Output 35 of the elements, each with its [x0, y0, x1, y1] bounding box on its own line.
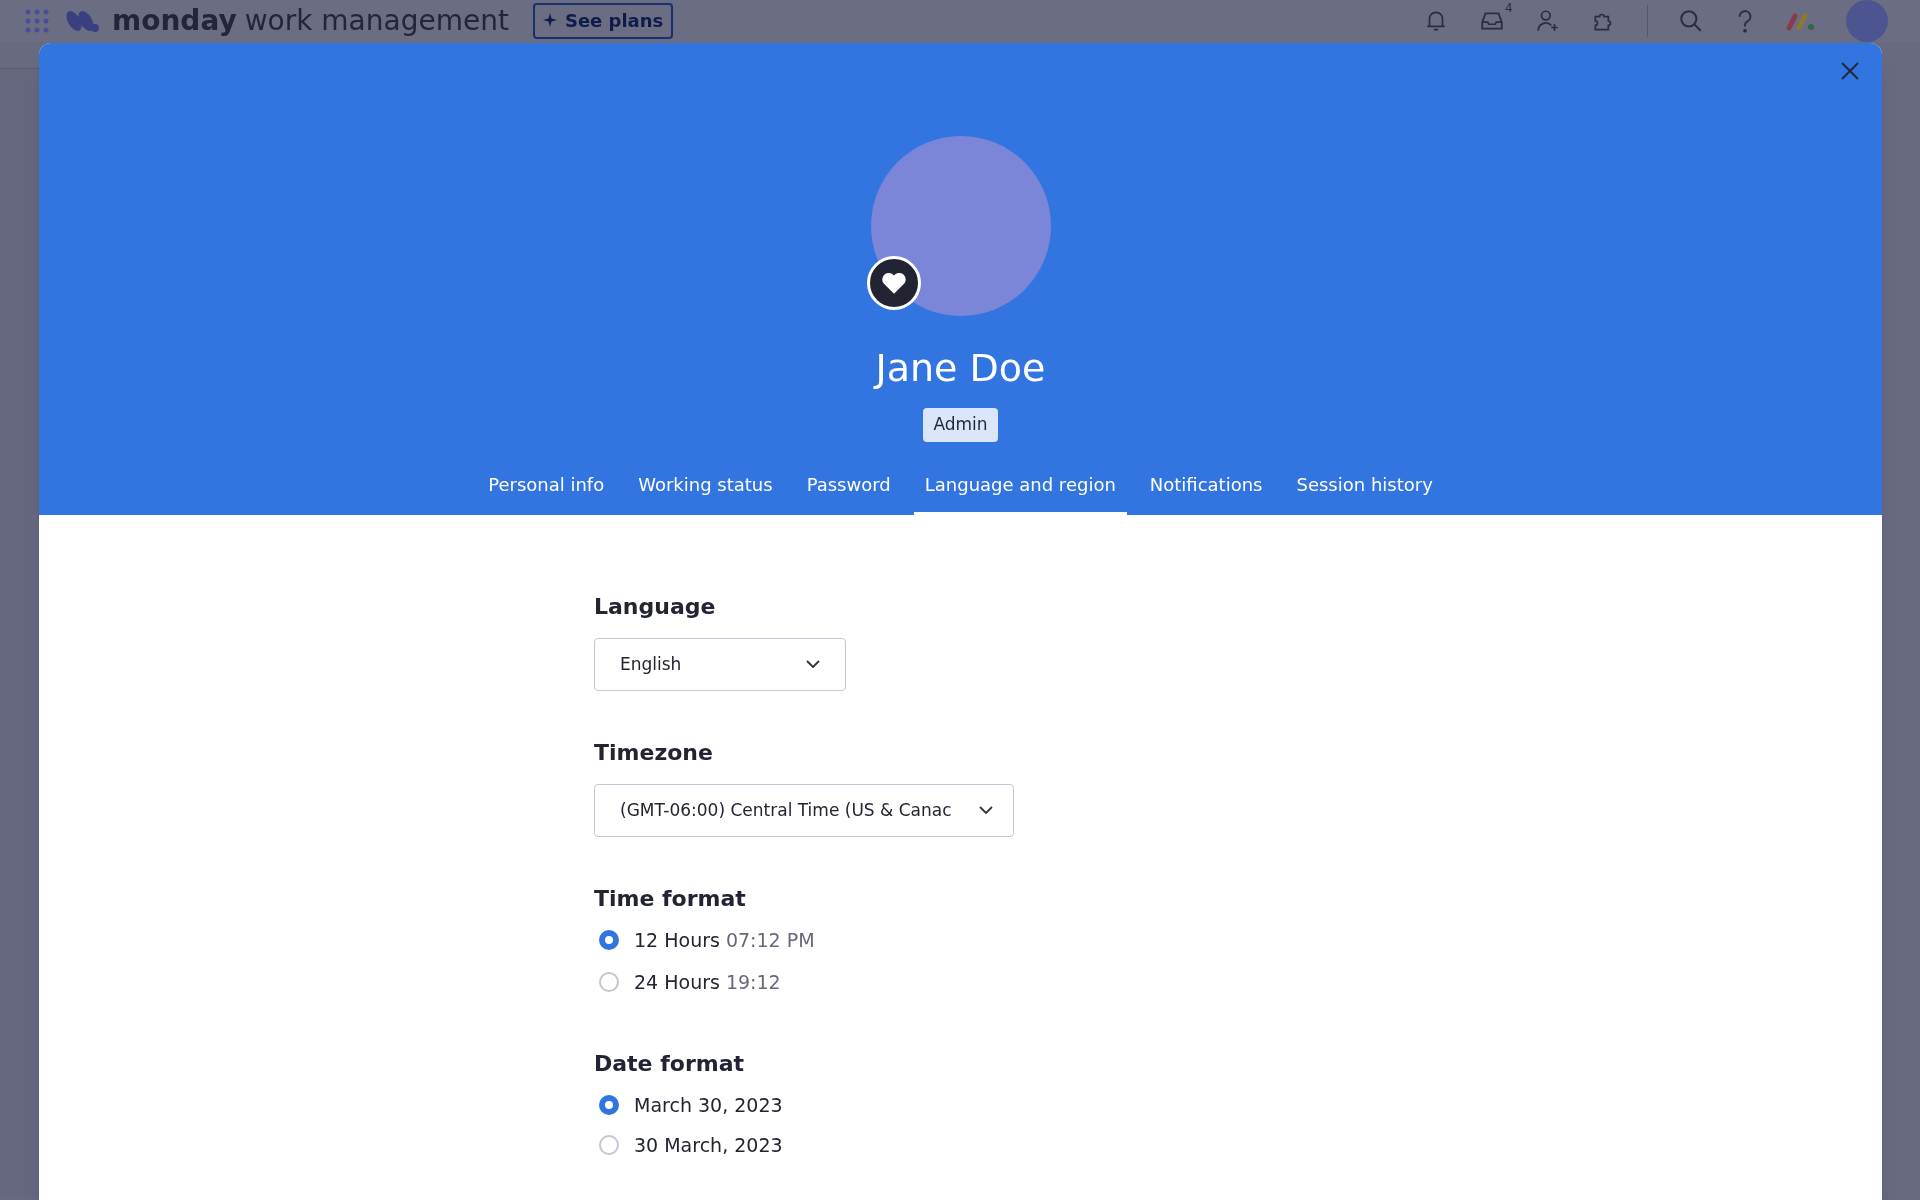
heart-badge[interactable] [866, 256, 921, 310]
profile-tab[interactable]: Working status [627, 469, 784, 515]
logo-icon [66, 8, 100, 34]
radio-option[interactable]: 30 March, 2023 [594, 1130, 783, 1160]
apps-logo-icon[interactable] [1786, 11, 1816, 31]
profile-tab[interactable]: Session history [1285, 469, 1444, 515]
product-name: work management [244, 3, 509, 39]
section-heading: Date format [594, 1050, 746, 1078]
brand-name: monday [112, 3, 237, 39]
app-grid-icon[interactable] [24, 8, 50, 34]
profile-tab[interactable]: Password [795, 469, 902, 515]
language-dropdown[interactable]: English [594, 638, 846, 691]
section-heading: Time format [594, 885, 747, 913]
profile-tab[interactable]: Personal info [477, 469, 616, 515]
heart-icon [880, 271, 907, 295]
timezone-dropdown[interactable]: (GMT-06:00) Central Time (US & Canac [594, 784, 1014, 837]
radio-button[interactable] [599, 972, 619, 992]
inbox-count: 4 [1505, 2, 1513, 14]
profile-tab[interactable]: Language and region [913, 469, 1127, 515]
role-tag: Admin [923, 408, 998, 442]
radio-button[interactable] [599, 930, 619, 950]
chevron-down-icon [806, 660, 820, 669]
radio-option[interactable]: 24 Hours 19:12 [594, 967, 781, 997]
see-plans-button[interactable]: See plans [532, 3, 674, 39]
user-name: Jane Doe [875, 349, 1046, 387]
radio-button[interactable] [599, 1095, 619, 1115]
section-heading: Timezone [594, 739, 714, 767]
section-heading: Language [594, 593, 717, 621]
radio-option[interactable]: 12 Hours 07:12 PM [594, 925, 815, 955]
search-icon[interactable] [1678, 8, 1704, 34]
radio-button[interactable] [599, 1135, 619, 1155]
chevron-down-icon [979, 806, 993, 815]
invite-user-icon[interactable] [1535, 8, 1561, 34]
profile-tab[interactable]: Notifications [1138, 469, 1274, 515]
radio-option[interactable]: March 30, 2023 [594, 1090, 783, 1120]
